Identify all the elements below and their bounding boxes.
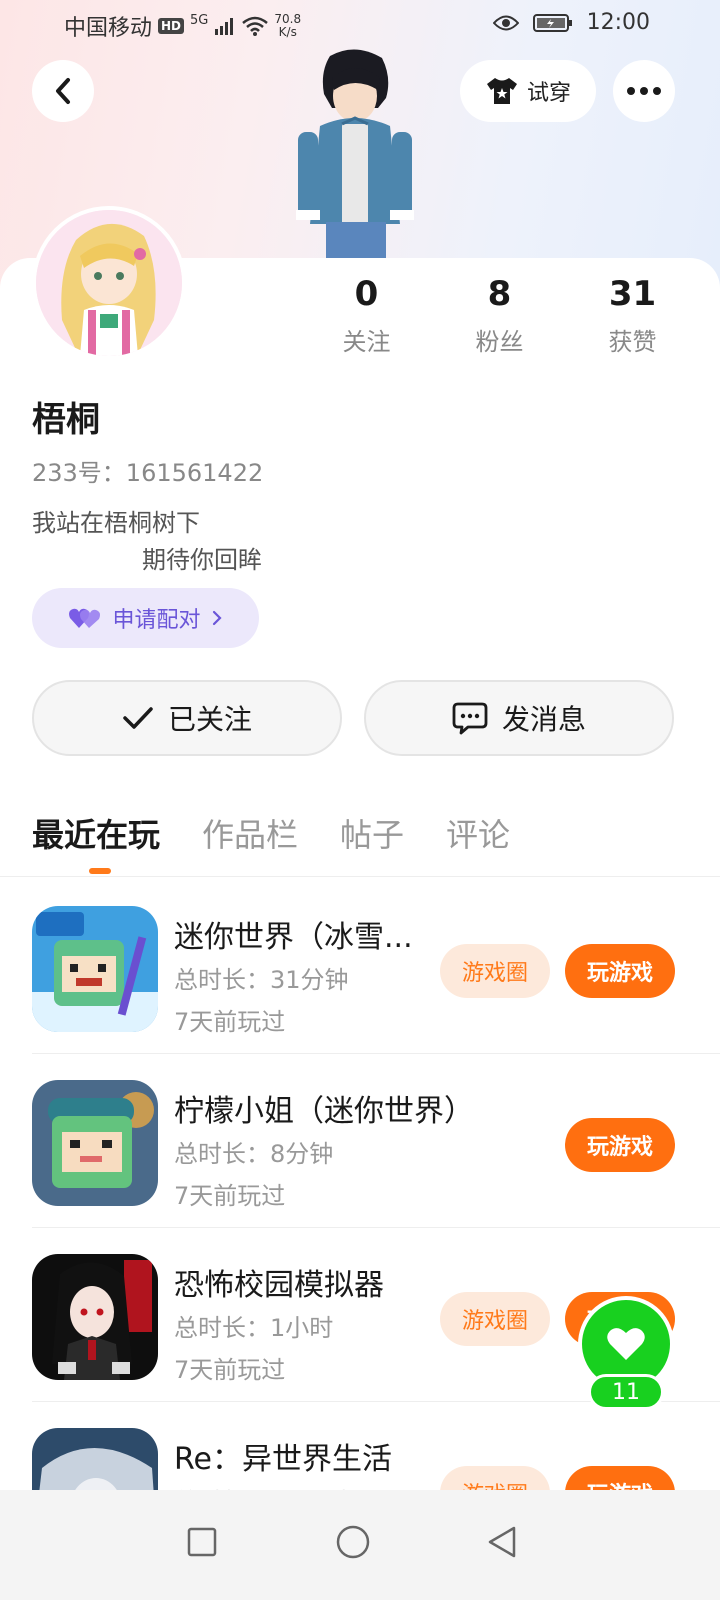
tab-divider [0,876,720,877]
request-pair-button[interactable]: 申请配对 [32,588,259,648]
game-last-played: 7天前玩过 [174,1182,286,1210]
profile-stats: 0 关注 8 粉丝 31 获赞 [300,272,700,357]
square-icon [187,1527,217,1557]
anime-girl-avatar-image [36,210,182,356]
fans-count: 8 [487,274,512,314]
recent-games-list: 迷你世界（冰雪... 总时长：31分钟 7天前玩过 游戏圈 玩游戏 柠檬小姐（迷… [0,880,720,1576]
game-total-duration: 总时长：1小时 [174,1314,334,1342]
game-title: 恐怖校园模拟器 [174,1268,384,1303]
system-navigation-bar [0,1490,720,1600]
stat-fans[interactable]: 8 粉丝 [433,272,566,357]
profile-tabs: 最近在玩 作品栏 帖子 评论 [32,810,510,856]
stat-following[interactable]: 0 关注 [300,272,433,357]
tshirt-icon [486,78,517,104]
carrier-name: 中国移动 [64,16,153,41]
game-title: Re：异世界生活 [174,1442,392,1477]
more-button[interactable] [613,60,675,122]
speed-unit: K/s [278,25,297,39]
play-game-button[interactable]: 玩游戏 [565,944,675,998]
back-button[interactable] [32,60,94,122]
game-total-duration: 总时长：31分钟 [174,966,349,994]
heart-icon [607,1328,645,1360]
tab-posts[interactable]: 帖子 [340,810,404,856]
game-icon-mini-world-ice [32,906,158,1032]
more-dots-icon [627,87,661,95]
game-last-played: 7天前玩过 [174,1008,286,1036]
checkmark-icon [123,707,153,729]
status-bar: 中国移动 HD 5G 70.8 K/s 12:00 [0,0,720,48]
eye-icon [492,15,519,30]
active-tab-indicator [89,868,111,874]
tab-works[interactable]: 作品栏 [202,810,298,856]
likes-label: 获赞 [608,328,657,356]
following-label: 关注 [342,328,391,356]
game-title: 柠檬小姐（迷你世界） [174,1094,474,1129]
send-message-label: 发消息 [501,703,586,736]
battery-icon [532,13,572,32]
fans-label: 粉丝 [475,328,524,356]
network-type: 5G [190,12,209,28]
double-heart-icon [69,608,101,628]
bio-line-1: 我站在梧桐树下 [32,509,200,537]
chevron-left-icon [56,78,70,104]
try-on-label: 试穿 [526,81,571,106]
hd-badge: HD [158,18,185,34]
try-on-button[interactable]: 试穿 [460,60,596,122]
send-message-button[interactable]: 发消息 [364,680,674,756]
home-button[interactable] [323,1512,383,1572]
game-last-played: 7天前玩过 [174,1356,286,1384]
user-avatar[interactable] [32,206,186,360]
likes-count: 31 [608,274,657,314]
list-item[interactable]: 柠檬小姐（迷你世界） 总时长：8分钟 7天前玩过 玩游戏 [0,1054,720,1228]
list-item[interactable]: 迷你世界（冰雪... 总时长：31分钟 7天前玩过 游戏圈 玩游戏 [0,880,720,1054]
triangle-back-icon [488,1526,516,1558]
back-nav-button[interactable] [472,1512,532,1572]
stat-likes[interactable]: 31 获赞 [566,272,699,357]
chat-bubble-icon [452,702,488,735]
character-avatar-3d[interactable] [290,48,420,258]
game-icon-horror-school [32,1254,158,1380]
request-pair-label: 申请配对 [112,608,201,633]
circle-icon [336,1525,370,1559]
chevron-right-icon [212,610,222,626]
recent-apps-button[interactable] [172,1512,232,1572]
network-speed: 70.8 K/s [274,13,301,39]
tab-recently-played[interactable]: 最近在玩 [32,810,160,856]
game-icon-miss-lemon [32,1080,158,1206]
like-count-badge: 11 [588,1374,664,1410]
signal-icon [215,18,234,35]
game-total-duration: 总时长：8分钟 [174,1140,334,1168]
game-circle-button[interactable]: 游戏圈 [440,1292,550,1346]
followed-button[interactable]: 已关注 [32,680,342,756]
clock: 12:00 [586,10,650,35]
bio-line-2: 期待你回眸 [142,546,262,574]
username: 梧桐 [32,400,100,440]
user-id[interactable]: 233号：161561422 [32,453,263,488]
tab-comments[interactable]: 评论 [446,810,510,856]
followed-label: 已关注 [167,703,252,736]
play-game-button[interactable]: 玩游戏 [565,1118,675,1172]
game-title: 迷你世界（冰雪... [174,920,413,955]
following-count: 0 [354,274,379,314]
game-circle-button[interactable]: 游戏圈 [440,944,550,998]
wifi-icon [242,16,269,36]
